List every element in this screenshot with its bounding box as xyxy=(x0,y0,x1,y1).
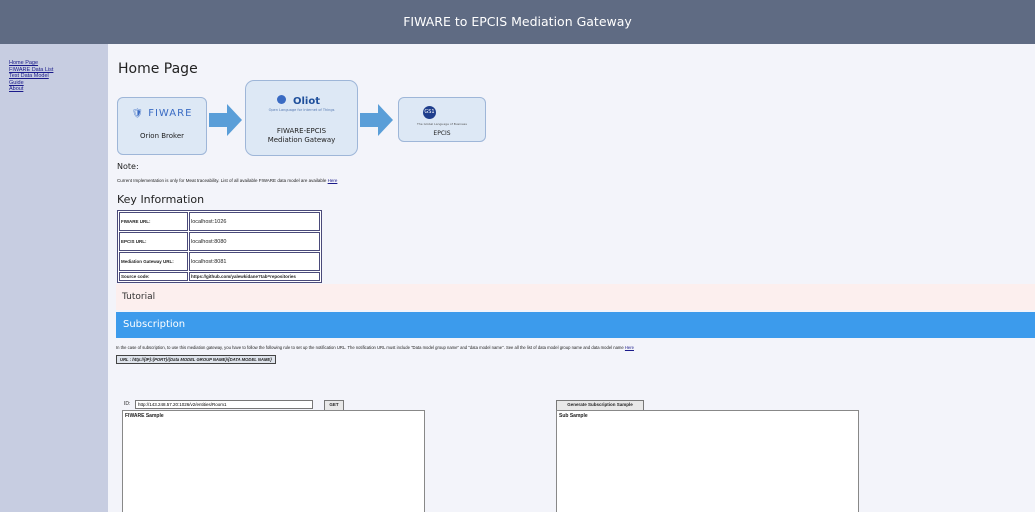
orion-broker-label: Orion Broker xyxy=(139,132,185,140)
entity-id-input[interactable] xyxy=(135,400,313,409)
tutorial-label: Tutorial xyxy=(122,292,156,302)
source-code-value[interactable]: https://github.com/yalewkidane?tab=repos… xyxy=(189,272,320,281)
epcis-url-key: EPCIS URL: xyxy=(119,232,188,251)
id-label: ID: xyxy=(124,401,131,407)
gateway-url-value: localhost:8081 xyxy=(189,252,320,271)
oliot-logo-sub: Open Language for Internet of Things xyxy=(268,108,335,112)
epcis-box: GS1 The Global Language of Business EPCI… xyxy=(398,97,486,142)
fiware-logo: 🛡 FIWARE xyxy=(131,108,193,119)
arrow-right-icon xyxy=(209,104,242,136)
table-row: Mediation Gateway URL: localhost:8081 xyxy=(119,252,320,271)
main-content: Home Page 🛡 FIWARE Orion Broker Oliot Op… xyxy=(108,44,1035,512)
sidebar-item-test-data-model[interactable]: Test Data Model xyxy=(9,73,53,80)
orion-broker-box: 🛡 FIWARE Orion Broker xyxy=(117,97,207,155)
app-title: FIWARE to EPCIS Mediation Gateway xyxy=(403,14,632,29)
sidebar-nav: Home Page FIWARE Data List Test Data Mod… xyxy=(0,60,53,93)
app-header: FIWARE to EPCIS Mediation Gateway xyxy=(0,0,1035,44)
epcis-label: EPCIS xyxy=(433,130,451,137)
gs1-logo-sub: The Global Language of Business xyxy=(417,122,467,126)
subscription-description: In the case of subscription, to use this… xyxy=(116,345,634,350)
mediation-gateway-box: Oliot Open Language for Internet of Thin… xyxy=(245,80,358,156)
notification-url-format: URL : http://{IP}:{PORT}/{Data MODEL GRO… xyxy=(116,355,276,364)
note-label: Note: xyxy=(117,162,139,171)
oliot-logo: Oliot xyxy=(292,96,320,107)
epcis-url-value: localhost:8080 xyxy=(189,232,320,251)
data-model-list-link[interactable]: Here xyxy=(328,178,338,183)
table-row: FIWARE URL: localhost:1026 xyxy=(119,212,320,231)
page-title: Home Page xyxy=(118,61,198,77)
arrow-right-icon xyxy=(360,104,393,136)
subscription-section-header[interactable]: Subscription xyxy=(116,312,1035,338)
fiware-logo-mark-icon: 🛡 xyxy=(131,109,145,119)
table-row: EPCIS URL: localhost:8080 xyxy=(119,232,320,251)
fiware-url-key: FIWARE URL: xyxy=(119,212,188,231)
sub-sample-textarea[interactable]: Sub Sample xyxy=(556,410,859,512)
source-code-key: Source code: xyxy=(119,272,188,281)
gateway-label-line2: Mediation Gateway xyxy=(267,136,336,144)
tutorial-section-header[interactable]: Tutorial xyxy=(116,284,1035,310)
note-text: Current Implementation is only for Meat … xyxy=(117,178,338,183)
url-pattern: {Data MODEL GROUP NAME}/{DATA MODEL NAME… xyxy=(168,357,272,362)
sidebar-item-about[interactable]: About xyxy=(9,86,53,93)
key-information-title: Key Information xyxy=(117,193,205,206)
data-model-names-link[interactable]: Here xyxy=(625,345,634,350)
url-prefix: URL : http://{IP}:{PORT}/ xyxy=(120,357,169,362)
key-information-table: FIWARE URL: localhost:1026 EPCIS URL: lo… xyxy=(117,210,322,283)
gs1-logo: GS1 xyxy=(423,106,436,119)
sidebar: Home Page FIWARE Data List Test Data Mod… xyxy=(0,44,108,512)
subscription-label: Subscription xyxy=(123,319,186,330)
table-row: Source code: https://github.com/yalewkid… xyxy=(119,272,320,281)
gateway-url-key: Mediation Gateway URL: xyxy=(119,252,188,271)
fiware-url-value: localhost:1026 xyxy=(189,212,320,231)
fiware-sample-textarea[interactable]: FIWARE Sample xyxy=(122,410,425,512)
gateway-label-line1: FIWARE-EPCIS xyxy=(276,127,327,135)
